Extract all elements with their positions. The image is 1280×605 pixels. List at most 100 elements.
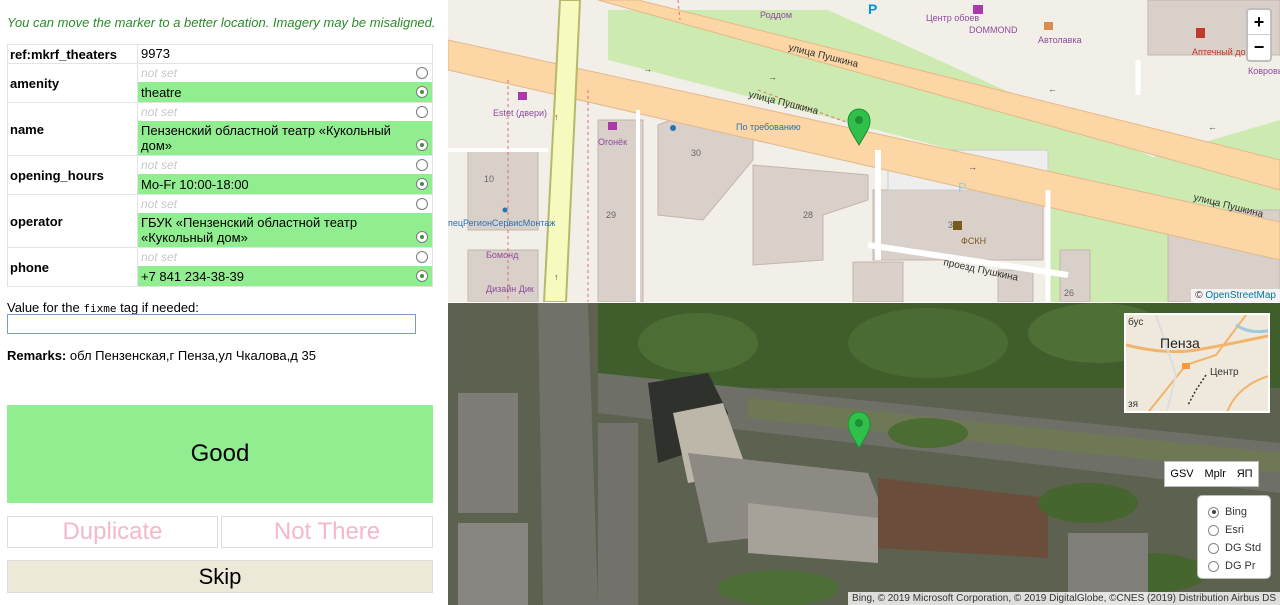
svg-text:←: ← [1208, 122, 1217, 132]
radio-button[interactable] [416, 67, 428, 79]
tag-key: ref:mkrf_theaters [7, 44, 138, 64]
shop-icon [518, 92, 527, 100]
minimap-label: Центр [1210, 367, 1239, 378]
tag-key: phone [7, 247, 138, 287]
option-not-set[interactable]: not set [138, 64, 432, 82]
editor-panel: You can move the marker to a better loca… [0, 0, 448, 605]
option-not-set[interactable]: not set [138, 195, 432, 213]
minimap[interactable]: бус Пенза Центр зя [1124, 313, 1270, 413]
radio-button[interactable] [416, 178, 428, 190]
not-there-button[interactable]: Not There [221, 516, 433, 548]
option-value[interactable]: theatre [138, 82, 432, 102]
good-button[interactable]: Good [7, 405, 433, 503]
option-label: not set [141, 66, 178, 80]
provider-yap[interactable]: ЯП [1237, 468, 1253, 480]
fixme-input[interactable] [7, 314, 416, 334]
poi-label: По требованию [736, 122, 801, 132]
layer-dg-pr[interactable]: DG Pr [1208, 557, 1270, 575]
tag-row-name: name not set Пензенский областной театр … [7, 102, 433, 156]
option-not-set[interactable]: not set [138, 156, 432, 174]
svg-text:P: P [868, 1, 877, 17]
layer-bing[interactable]: Bing [1208, 503, 1270, 521]
provider-mplr[interactable]: Mplr [1204, 468, 1225, 480]
option-value[interactable]: +7 841 234-38-39 [138, 266, 432, 286]
tag-key: amenity [7, 63, 138, 103]
option-value[interactable]: Mo-Fr 10:00-18:00 [138, 174, 432, 194]
radio-button[interactable] [416, 270, 428, 282]
pharmacy-icon [1196, 28, 1205, 38]
poi-label: пецРегионСервисМонтаж [448, 218, 555, 228]
office-icon [953, 221, 962, 230]
layer-esri[interactable]: Esri [1208, 521, 1270, 539]
radio-button[interactable] [416, 251, 428, 263]
provider-gsv[interactable]: GSV [1170, 468, 1193, 480]
poi-label: Автолавка [1038, 35, 1082, 45]
option-value[interactable]: Пензенский областной театр «Кукольный до… [138, 121, 432, 155]
layer-label: Esri [1225, 524, 1244, 536]
svg-text:↑: ↑ [554, 272, 559, 282]
imagery-providers: GSV Mplr ЯП [1164, 461, 1259, 487]
radio-button[interactable] [1208, 560, 1219, 572]
tag-row-operator: operator not set ГБУК «Пензенский област… [7, 194, 433, 248]
poi-label: Роддом [760, 10, 792, 20]
layer-label: DG Std [1225, 542, 1262, 554]
layer-dg-std[interactable]: DG Std [1208, 539, 1270, 557]
poi-label: Аптечный дом [1192, 47, 1252, 57]
tag-row-phone: phone not set +7 841 234-38-39 [7, 247, 433, 287]
radio-button[interactable] [1208, 542, 1219, 554]
radio-button[interactable] [1208, 524, 1219, 536]
minimap-canvas [1126, 315, 1268, 411]
radio-button[interactable] [416, 159, 428, 171]
tag-key: opening_hours [7, 155, 138, 195]
poi-dot-icon [502, 207, 508, 213]
remarks: Remarks: обл Пензенская,г Пенза,ул Чкало… [7, 348, 316, 363]
option-label: not set [141, 250, 178, 264]
option-label: ГБУК «Пензенский областной театр «Куколь… [141, 215, 358, 245]
svg-text:→: → [968, 162, 977, 172]
option-value[interactable]: ГБУК «Пензенский областной театр «Куколь… [138, 213, 432, 247]
poi-label: Центр обоев [926, 13, 979, 23]
house-number: 30 [691, 148, 701, 158]
svg-text:←: ← [1048, 84, 1057, 94]
poi-label: Estet (двери) [493, 108, 547, 118]
zoom-out-button[interactable]: − [1248, 35, 1270, 60]
zoom-in-button[interactable]: + [1248, 10, 1270, 35]
radio-button[interactable] [416, 86, 428, 98]
poi-label: ФСКН [961, 236, 986, 246]
tag-row-opening-hours: opening_hours not set Mo-Fr 10:00-18:00 [7, 155, 433, 195]
imagery-attribution: Bing, © 2019 Microsoft Corporation, © 20… [848, 592, 1280, 605]
layer-label: Bing [1225, 506, 1248, 518]
skip-button[interactable]: Skip [7, 560, 433, 593]
radio-button[interactable] [416, 231, 428, 243]
option-label: not set [141, 105, 178, 119]
house-number: 26 [1064, 288, 1074, 298]
poi-label: DOMMOND [969, 25, 1018, 35]
tag-row-amenity: amenity not set theatre [7, 63, 433, 103]
option-not-set[interactable]: not set [138, 103, 432, 121]
poi-label: Огонёк [598, 137, 627, 147]
svg-text:→: → [643, 64, 652, 74]
radio-button[interactable] [1208, 506, 1219, 518]
house-number: 28 [803, 210, 813, 220]
osm-map[interactable]: → → → → ← ← ↑ ↑ P P 30 30 10 29 28 26 ул… [448, 0, 1280, 302]
svg-text:P: P [958, 180, 967, 195]
satellite-map[interactable]: бус Пенза Центр зя GSV Mplr ЯП Bing Esri… [448, 303, 1280, 605]
tag-value: 9973 [141, 46, 170, 61]
osm-attribution-link[interactable]: OpenStreetMap [1205, 290, 1276, 301]
duplicate-button[interactable]: Duplicate [7, 516, 218, 548]
radio-button[interactable] [416, 139, 428, 151]
shop-icon [608, 122, 617, 130]
option-label: Пензенский областной театр «Кукольный до… [141, 123, 391, 153]
radio-button[interactable] [416, 106, 428, 118]
layer-switcher: Bing Esri DG Std DG Pr [1197, 495, 1271, 579]
radio-button[interactable] [416, 198, 428, 210]
poi-label: Дизайн Дик [486, 284, 534, 294]
option-not-set[interactable]: not set [138, 248, 432, 266]
house-number: 10 [484, 174, 494, 184]
shop-icon [973, 5, 983, 14]
minimap-label: зя [1128, 399, 1138, 410]
hint-text: You can move the marker to a better loca… [7, 15, 436, 30]
minimap-city-label: Пенза [1160, 335, 1200, 351]
option-label: Mo-Fr 10:00-18:00 [141, 176, 249, 192]
tag-key: operator [7, 194, 138, 248]
